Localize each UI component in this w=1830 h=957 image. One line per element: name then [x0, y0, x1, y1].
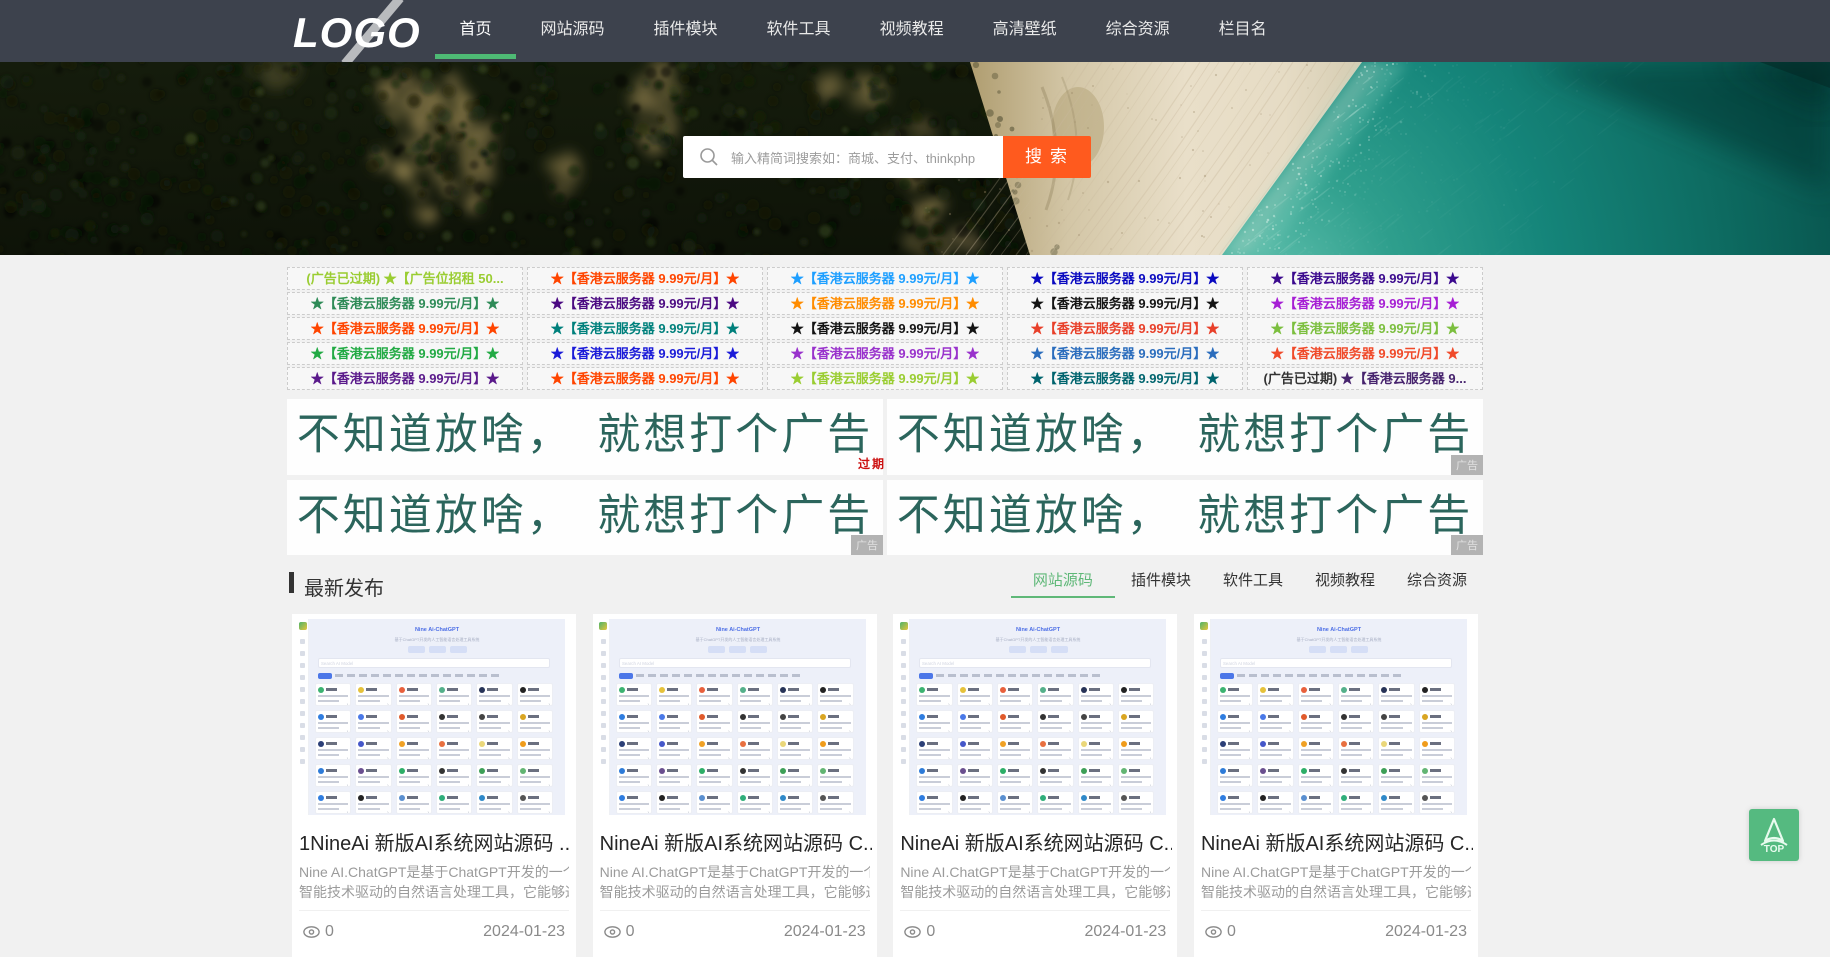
- svg-text:TOP: TOP: [1764, 844, 1785, 855]
